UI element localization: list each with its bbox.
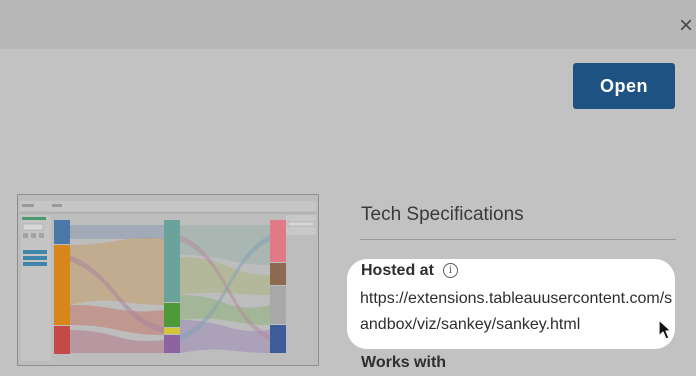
hosted-url: https://extensions.tableauusercontent.co… xyxy=(360,290,673,333)
open-button[interactable]: Open xyxy=(573,63,675,109)
section-divider xyxy=(360,239,676,240)
extension-preview-thumbnail xyxy=(17,194,319,366)
tech-specifications-heading: Tech Specifications xyxy=(361,204,524,225)
close-icon[interactable]: × xyxy=(676,12,696,40)
hosted-at-label: Hosted at xyxy=(361,262,434,279)
info-icon[interactable]: i xyxy=(443,263,458,278)
works-with-label: Works with xyxy=(361,354,447,371)
mouse-pointer-icon xyxy=(658,319,672,340)
sankey-preview-image xyxy=(18,195,318,365)
dialog-header xyxy=(0,0,696,49)
